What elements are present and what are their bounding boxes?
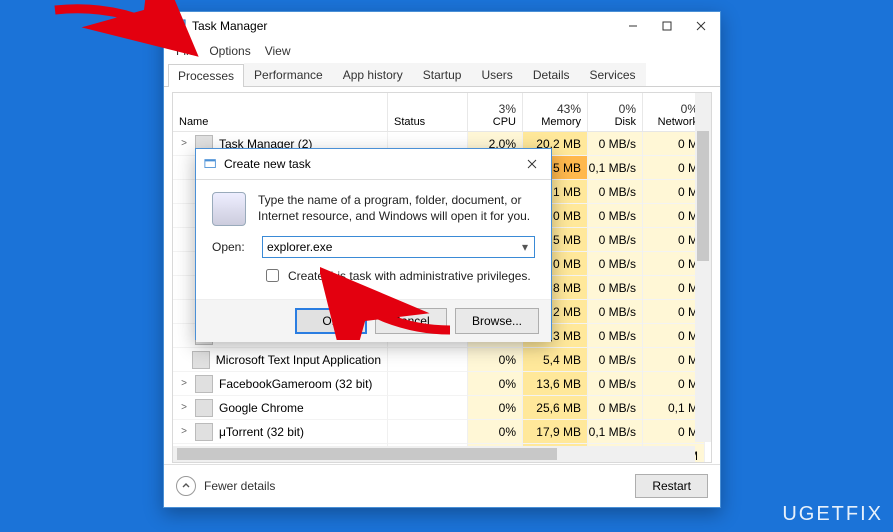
disk-cell: 0 MB/s xyxy=(588,228,643,252)
titlebar[interactable]: Task Manager xyxy=(164,12,720,40)
footer: Fewer details Restart xyxy=(164,464,720,507)
disk-cell: 0 MB/s xyxy=(588,252,643,276)
expand-chevron-icon[interactable]: > xyxy=(179,378,189,389)
memory-cell: 5,4 MB xyxy=(523,348,588,372)
table-row[interactable]: >Google Chrome0%25,6 MB0 MB/s0,1 M xyxy=(173,396,711,420)
admin-checkbox[interactable] xyxy=(266,269,279,282)
dialog-title: Create new task xyxy=(224,157,515,171)
menu-view[interactable]: View xyxy=(259,42,297,60)
col-name[interactable]: Name xyxy=(173,93,388,131)
tab-services[interactable]: Services xyxy=(580,63,646,86)
cpu-cell: 0% xyxy=(468,396,523,420)
open-input[interactable] xyxy=(262,236,535,258)
dialog-buttons: OK Cancel Browse... xyxy=(196,299,551,342)
process-name: Microsoft Text Input Application xyxy=(216,353,381,367)
dialog-description: Type the name of a program, folder, docu… xyxy=(258,192,535,224)
disk-cell: 0 MB/s xyxy=(588,276,643,300)
disk-cell: 0 MB/s xyxy=(588,300,643,324)
memory-cell: 25,6 MB xyxy=(523,396,588,420)
open-combobox[interactable]: ▾ xyxy=(262,236,535,258)
process-icon xyxy=(195,423,213,441)
horizontal-scrollbar[interactable] xyxy=(173,446,695,462)
process-name: Google Chrome xyxy=(219,401,304,415)
create-task-dialog: Create new task Type the name of a progr… xyxy=(195,148,552,340)
admin-label: Create this task with administrative pri… xyxy=(288,269,531,283)
process-icon xyxy=(195,375,213,393)
col-memory[interactable]: 43%Memory xyxy=(523,93,588,131)
cpu-cell: 0% xyxy=(468,372,523,396)
tab-users[interactable]: Users xyxy=(471,63,522,86)
disk-cell: 0,1 MB/s xyxy=(588,156,643,180)
taskmgr-icon xyxy=(172,19,186,33)
disk-cell: 0 MB/s xyxy=(588,180,643,204)
process-name: FacebookGameroom (32 bit) xyxy=(219,377,372,391)
cpu-cell: 0% xyxy=(468,420,523,444)
run-icon xyxy=(204,157,218,171)
window-title: Task Manager xyxy=(192,19,616,33)
table-row[interactable]: >μTorrent (32 bit)0%17,9 MB0,1 MB/s0 M xyxy=(173,420,711,444)
dialog-titlebar[interactable]: Create new task xyxy=(196,149,551,180)
disk-cell: 0 MB/s xyxy=(588,348,643,372)
run-large-icon xyxy=(212,192,246,226)
close-button[interactable] xyxy=(684,13,718,39)
dialog-body: Type the name of a program, folder, docu… xyxy=(196,180,551,299)
tab-details[interactable]: Details xyxy=(523,63,580,86)
tab-startup[interactable]: Startup xyxy=(413,63,472,86)
cancel-button[interactable]: Cancel xyxy=(375,308,447,334)
cpu-cell: 0% xyxy=(468,348,523,372)
expand-chevron-icon[interactable]: > xyxy=(179,426,189,437)
expand-chevron-icon[interactable]: > xyxy=(179,402,189,413)
fewer-details-toggle[interactable]: Fewer details xyxy=(176,476,275,496)
table-row[interactable]: Microsoft Text Input Application 0%5,4 MB… xyxy=(173,348,711,372)
memory-cell: 13,6 MB xyxy=(523,372,588,396)
tabstrip: Processes Performance App history Startu… xyxy=(164,62,720,87)
disk-cell: 0 MB/s xyxy=(588,372,643,396)
memory-cell: 17,9 MB xyxy=(523,420,588,444)
disk-cell: 0 MB/s xyxy=(588,204,643,228)
process-name: μTorrent (32 bit) xyxy=(219,425,304,439)
vertical-scrollbar[interactable] xyxy=(695,93,711,442)
scroll-thumb[interactable] xyxy=(177,448,557,460)
menu-file[interactable]: File xyxy=(170,42,201,60)
col-disk[interactable]: 0%Disk xyxy=(588,93,643,131)
disk-cell: 0,1 MB/s xyxy=(588,420,643,444)
window-controls xyxy=(616,13,718,39)
expand-chevron-icon[interactable]: > xyxy=(179,138,189,149)
menu-options[interactable]: Options xyxy=(203,42,256,60)
tab-performance[interactable]: Performance xyxy=(244,63,333,86)
watermark: UGETFIX xyxy=(782,503,883,526)
scroll-thumb[interactable] xyxy=(697,131,709,261)
table-row[interactable]: > FacebookGameroom (32 bit) 0%13,6 MB0 MB/… xyxy=(173,372,711,396)
browse-button[interactable]: Browse... xyxy=(455,308,539,334)
process-icon xyxy=(192,351,210,369)
dialog-close-button[interactable] xyxy=(515,151,549,177)
tab-processes[interactable]: Processes xyxy=(168,64,244,87)
disk-cell: 0 MB/s xyxy=(588,396,643,420)
process-icon xyxy=(195,399,213,417)
minimize-button[interactable] xyxy=(616,13,650,39)
col-status[interactable]: Status xyxy=(388,93,468,131)
menubar: File Options View xyxy=(164,40,720,62)
tab-app-history[interactable]: App history xyxy=(333,63,413,86)
disk-cell: 0 MB/s xyxy=(588,324,643,348)
col-cpu[interactable]: 3%CPU xyxy=(468,93,523,131)
chevron-down-icon[interactable]: ▾ xyxy=(517,238,533,256)
ok-button[interactable]: OK xyxy=(295,308,367,334)
maximize-button[interactable] xyxy=(650,13,684,39)
chevron-up-icon xyxy=(176,476,196,496)
open-label: Open: xyxy=(212,240,252,254)
fewer-details-label: Fewer details xyxy=(204,479,275,493)
restart-button[interactable]: Restart xyxy=(635,474,708,498)
column-headers: Name Status 3%CPU 43%Memory 0%Disk 0%Net… xyxy=(173,93,711,132)
disk-cell: 0 MB/s xyxy=(588,132,643,156)
